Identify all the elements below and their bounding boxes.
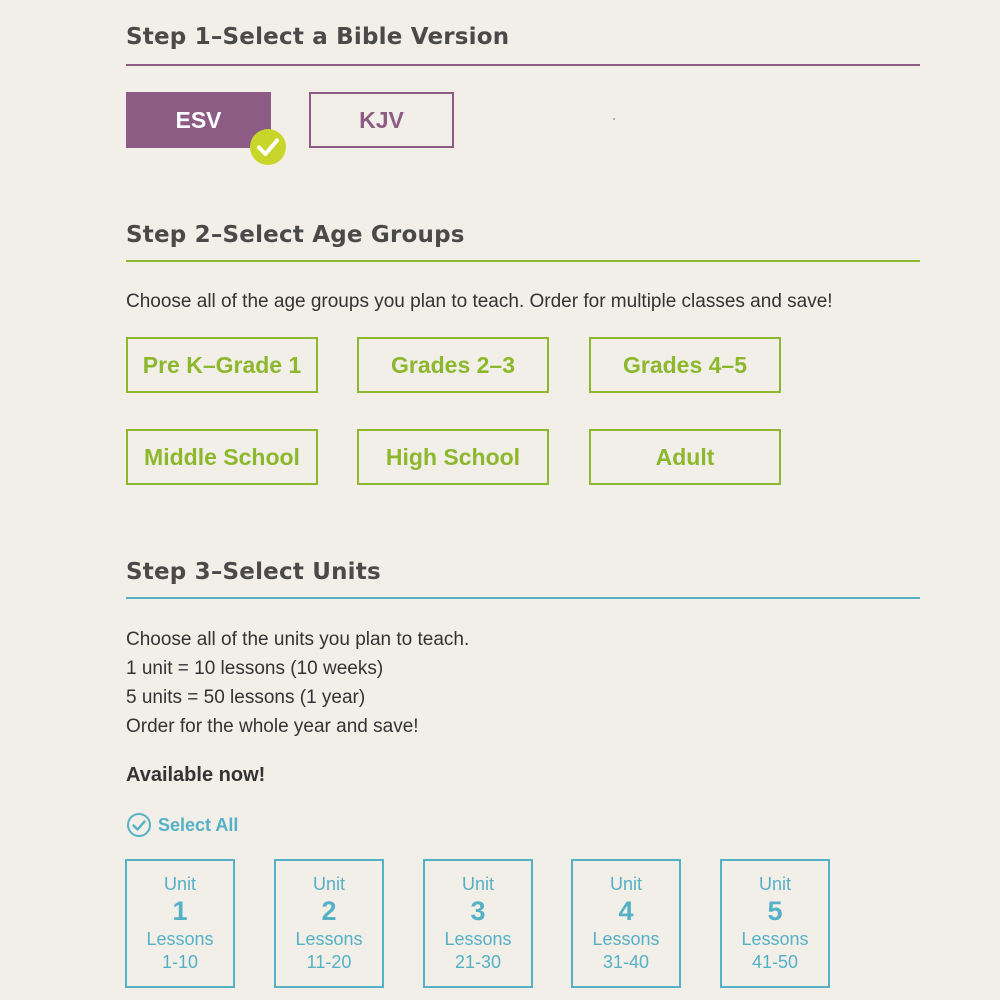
unit-label: Unit — [461, 874, 494, 894]
description-line: 5 units = 50 lessons (1 year) — [126, 687, 366, 708]
age-group-label: Middle School — [144, 443, 300, 470]
unit-lessons-range: 11-20 — [306, 952, 352, 972]
unit-card-2[interactable]: Unit 2 Lessons 11-20 — [274, 859, 384, 988]
step2-divider — [126, 260, 920, 262]
step1-heading: Step 1–Select a Bible Version — [126, 24, 510, 50]
unit-lessons-label: Lessons — [146, 929, 214, 949]
unit-lessons-label: Lessons — [592, 929, 660, 949]
unit-card-3[interactable]: Unit 3 Lessons 21-30 — [423, 859, 533, 988]
unit-lessons-range: 31-40 — [602, 952, 650, 972]
version-label: ESV — [175, 106, 222, 133]
unit-lessons-range: 21-30 — [454, 952, 502, 972]
age-group-label: Adult — [655, 443, 715, 470]
select-all-label: Select All — [158, 814, 239, 835]
age-group-label: Grades 2–3 — [390, 351, 516, 378]
unit-lessons-label: Lessons — [741, 929, 809, 949]
unit-lessons-label: Lessons — [295, 929, 363, 949]
unit-number: 4 — [618, 896, 634, 926]
age-group-label: High School — [385, 443, 521, 470]
circle-check-icon — [127, 813, 151, 837]
unit-card-1[interactable]: Unit 1 Lessons 1-10 — [125, 859, 235, 988]
age-group-button-grades-2-3[interactable]: Grades 2–3 — [357, 337, 549, 393]
unit-label: Unit — [758, 874, 791, 894]
unit-card-5[interactable]: Unit 5 Lessons 41-50 — [720, 859, 830, 988]
step2-description: Choose all of the age groups you plan to… — [126, 291, 833, 312]
age-group-button-adult[interactable]: Adult — [589, 429, 781, 485]
unit-label: Unit — [312, 874, 345, 894]
step3-divider — [126, 597, 920, 599]
unit-lessons-label: Lessons — [444, 929, 512, 949]
checkmark-badge-icon — [250, 129, 286, 165]
age-group-label: Pre K–Grade 1 — [142, 351, 302, 378]
step3-heading: Step 3–Select Units — [126, 559, 381, 585]
unit-card-4[interactable]: Unit 4 Lessons 31-40 — [571, 859, 681, 988]
unit-label: Unit — [163, 874, 196, 894]
unit-number: 5 — [767, 896, 783, 926]
description-line: Choose all of the units you plan to teac… — [126, 629, 470, 650]
age-group-button-grades-4-5[interactable]: Grades 4–5 — [589, 337, 781, 393]
unit-lessons-range: 41-50 — [751, 952, 799, 972]
version-button-kjv[interactable]: KJV — [309, 92, 454, 148]
unit-number: 1 — [172, 896, 188, 926]
unit-label: Unit — [609, 874, 642, 894]
age-group-label: Grades 4–5 — [622, 351, 748, 378]
unit-number: 2 — [321, 896, 337, 926]
description-line: 1 unit = 10 lessons (10 weeks) — [126, 658, 384, 679]
background-speck — [613, 118, 615, 120]
unit-lessons-range: 1-10 — [161, 952, 199, 972]
age-group-button-prek-grade1[interactable]: Pre K–Grade 1 — [126, 337, 318, 393]
available-now-label: Available now! — [126, 764, 266, 786]
age-group-button-high-school[interactable]: High School — [357, 429, 549, 485]
description-line: Order for the whole year and save! — [126, 716, 419, 737]
age-group-button-middle-school[interactable]: Middle School — [126, 429, 318, 485]
step1-divider — [126, 64, 920, 66]
step2-heading: Step 2–Select Age Groups — [126, 222, 465, 248]
step3-description: Choose all of the units you plan to teac… — [126, 625, 469, 741]
select-all-button[interactable]: Select All — [126, 812, 238, 838]
version-label: KJV — [359, 106, 404, 133]
unit-number: 3 — [470, 896, 486, 926]
